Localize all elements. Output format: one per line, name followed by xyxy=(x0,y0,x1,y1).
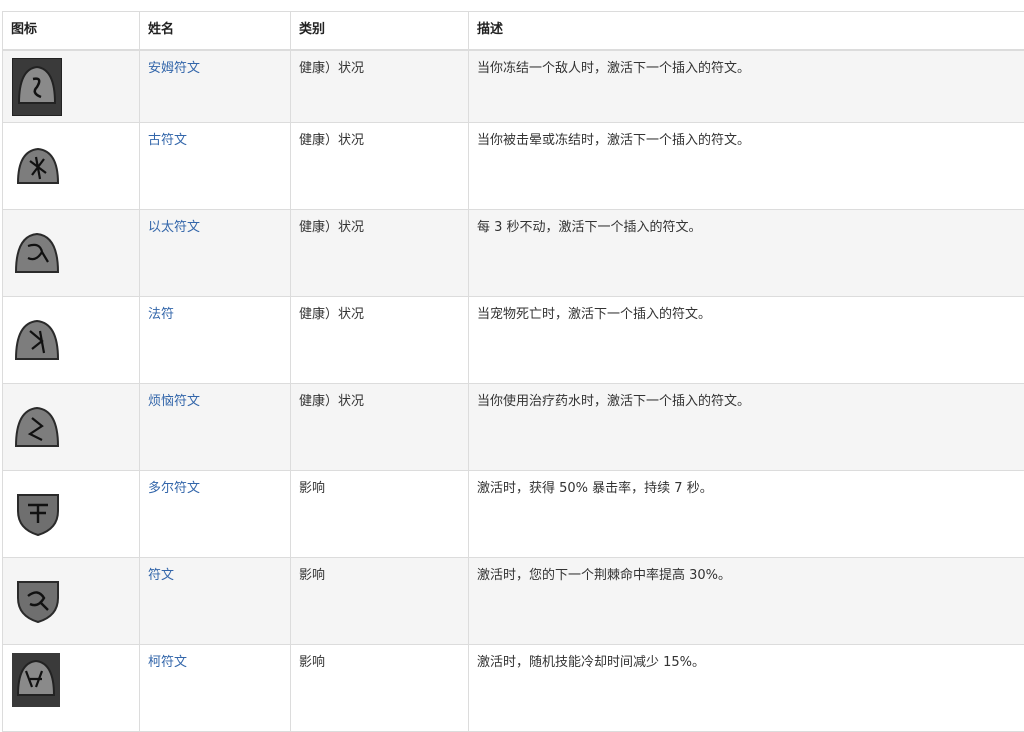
rune-square-icon xyxy=(12,58,62,116)
rune-square-icon xyxy=(12,653,60,707)
rune-category: 影响 xyxy=(291,471,468,498)
rune-name-link[interactable]: 法符 xyxy=(148,307,174,322)
rune-description: 激活时，获得 50% 暴击率，持续 7 秒。 xyxy=(469,471,1024,498)
rune-category: 影响 xyxy=(291,645,468,672)
rune-name-link[interactable]: 以太符文 xyxy=(148,220,200,235)
rune-shield-icon xyxy=(16,580,60,624)
rune-name-link[interactable]: 柯符文 xyxy=(148,655,187,670)
rune-arch-icon xyxy=(14,232,60,274)
table-row: 多尔符文 影响 激活时，获得 50% 暴击率，持续 7 秒。 xyxy=(3,470,1024,557)
rune-category: 健康）状况 xyxy=(291,297,468,324)
rune-description: 激活时，随机技能冷却时间减少 15%。 xyxy=(469,645,1024,672)
rune-arch-icon xyxy=(14,406,60,448)
rune-name-link[interactable]: 多尔符文 xyxy=(148,481,200,496)
rune-name-link[interactable]: 烦恼符文 xyxy=(148,394,200,409)
table-row: 安姆符文 健康）状况 当你冻结一个敌人时，激活下一个插入的符文。 xyxy=(3,50,1024,122)
table-header-row: 图标 姓名 类别 描述 xyxy=(3,12,1024,51)
rune-description: 每 3 秒不动，激活下一个插入的符文。 xyxy=(469,210,1024,237)
rune-category: 健康）状况 xyxy=(291,384,468,411)
rune-name-link[interactable]: 符文 xyxy=(148,568,174,583)
table-row: 柯符文 影响 激活时，随机技能冷却时间减少 15%。 xyxy=(3,644,1024,731)
table-row: 烦恼符文 健康）状况 当你使用治疗药水时，激活下一个插入的符文。 xyxy=(3,383,1024,470)
table-row: 以太符文 健康）状况 每 3 秒不动，激活下一个插入的符文。 xyxy=(3,209,1024,296)
page: { "table": { "headers": ["图标", "姓名", "类别… xyxy=(0,0,1024,710)
header-name: 姓名 xyxy=(140,12,291,51)
header-icon: 图标 xyxy=(3,12,140,51)
rune-description: 激活时，您的下一个荆棘命中率提高 30%。 xyxy=(469,558,1024,585)
rune-shield-icon xyxy=(16,493,60,537)
header-description: 描述 xyxy=(469,12,1024,51)
rune-category: 健康）状况 xyxy=(291,123,468,150)
rune-table: 图标 姓名 类别 描述 安姆符文 健康）状况 当你冻结一个敌人时，激活下一个插入… xyxy=(2,11,1024,732)
table-row: 符文 影响 激活时，您的下一个荆棘命中率提高 30%。 xyxy=(3,557,1024,644)
rune-description: 当你被击晕或冻结时，激活下一个插入的符文。 xyxy=(469,123,1024,150)
rune-name-link[interactable]: 古符文 xyxy=(148,133,187,148)
rune-description: 当宠物死亡时，激活下一个插入的符文。 xyxy=(469,297,1024,324)
rune-description: 当你冻结一个敌人时，激活下一个插入的符文。 xyxy=(469,51,1024,78)
rune-arch-icon xyxy=(16,147,60,185)
rune-arch-icon xyxy=(14,319,60,361)
rune-description: 当你使用治疗药水时，激活下一个插入的符文。 xyxy=(469,384,1024,411)
rune-category: 影响 xyxy=(291,558,468,585)
rune-category: 健康）状况 xyxy=(291,51,468,78)
rune-name-link[interactable]: 安姆符文 xyxy=(148,61,200,76)
rune-category: 健康）状况 xyxy=(291,210,468,237)
header-category: 类别 xyxy=(291,12,469,51)
table-row: 法符 健康）状况 当宠物死亡时，激活下一个插入的符文。 xyxy=(3,296,1024,383)
table-row: 古符文 健康）状况 当你被击晕或冻结时，激活下一个插入的符文。 xyxy=(3,122,1024,209)
